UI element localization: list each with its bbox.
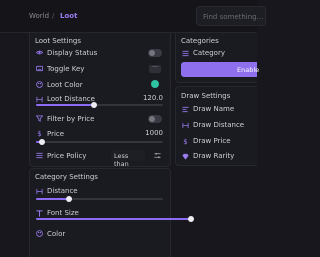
font-size-label: Font Size xyxy=(47,209,79,217)
eye-icon xyxy=(36,49,43,56)
price-policy-selected: Less than xyxy=(114,152,129,168)
breadcrumb-loot[interactable]: Loot xyxy=(60,12,77,20)
filter-by-price-label: Filter by Price xyxy=(47,115,95,123)
name-icon xyxy=(182,106,189,113)
loot-color-label: Loot Color xyxy=(47,81,83,89)
gem-icon xyxy=(182,153,189,160)
svg-text:$: $ xyxy=(37,130,41,137)
draw-distance-label[interactable]: Draw Distance xyxy=(193,121,244,129)
distance-icon xyxy=(36,188,43,195)
draw-rarity-label[interactable]: Draw Rarity xyxy=(193,152,234,160)
display-status-label: Display Status xyxy=(47,49,98,57)
loot-distance-slider-fill xyxy=(36,104,95,106)
distance-icon xyxy=(36,96,43,103)
price-slider[interactable] xyxy=(36,139,163,145)
display-status-toggle[interactable] xyxy=(148,49,162,57)
draw-price-label[interactable]: Draw Price xyxy=(193,137,231,145)
distance-slider[interactable] xyxy=(36,196,163,202)
loot-color-swatch[interactable] xyxy=(151,80,159,88)
enable-button-label: Enable xyxy=(237,66,260,74)
loot-distance-value: 120.0 xyxy=(142,94,163,102)
distance-icon xyxy=(182,122,189,129)
price-policy-select[interactable]: Less than xyxy=(111,150,145,168)
filter-by-price-toggle[interactable] xyxy=(148,115,162,123)
search-box[interactable] xyxy=(196,6,266,26)
top-bar: World / Loot xyxy=(0,0,266,33)
breadcrumb-world[interactable]: World xyxy=(29,12,49,20)
loot-distance-slider[interactable] xyxy=(36,102,163,108)
list-icon xyxy=(182,50,189,57)
font-size-icon xyxy=(36,210,43,217)
font-size-slider-thumb[interactable] xyxy=(188,216,194,222)
draw-settings-title: Draw Settings xyxy=(181,92,231,100)
toggle-key-button[interactable]: ··· xyxy=(149,65,161,73)
breadcrumb-separator: / xyxy=(52,12,55,20)
price-policy-label: Price Policy xyxy=(47,152,87,160)
dollar-icon: $ xyxy=(36,130,43,137)
price-label: Price xyxy=(47,130,65,138)
distance-slider-thumb[interactable] xyxy=(66,196,73,202)
palette-icon xyxy=(36,230,43,237)
category-label[interactable]: Category xyxy=(193,49,225,57)
color-label: Color xyxy=(47,230,66,238)
palette-icon xyxy=(36,81,43,88)
category-settings-title: Category Settings xyxy=(35,173,98,181)
categories-title: Categories xyxy=(181,37,219,45)
font-size-slider[interactable] xyxy=(36,216,194,222)
draw-name-label[interactable]: Draw Name xyxy=(193,105,234,113)
distance-slider-fill xyxy=(36,198,70,200)
toggle-key-label: Toggle Key xyxy=(47,65,85,73)
enable-button[interactable]: Enable xyxy=(181,62,260,77)
font-size-slider-fill xyxy=(36,218,191,220)
filter-icon xyxy=(36,115,43,122)
loot-settings-title: Loot Settings xyxy=(35,37,82,45)
dollar-icon: $ xyxy=(182,138,189,145)
search-input[interactable] xyxy=(203,11,263,22)
sliders-icon[interactable] xyxy=(154,152,161,159)
keyboard-icon xyxy=(36,65,43,72)
svg-text:$: $ xyxy=(183,138,187,145)
list-icon xyxy=(36,152,43,159)
distance-label: Distance xyxy=(47,187,78,195)
loot-distance-label: Loot Distance xyxy=(47,95,95,103)
price-value: 1000 xyxy=(145,129,163,137)
